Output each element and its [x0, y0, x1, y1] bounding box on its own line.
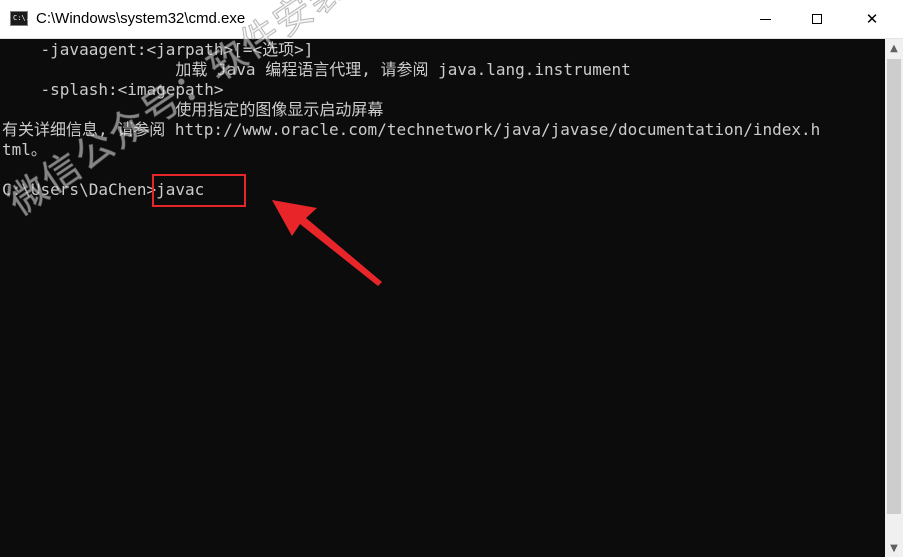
maximize-button[interactable]: [794, 0, 840, 38]
vertical-scrollbar[interactable]: ▲ ▼: [885, 39, 903, 557]
cmd-app-icon-text: C:\.: [13, 14, 30, 22]
console-line: -javaagent:<jarpath>[=<选项>]: [2, 40, 314, 59]
console-output[interactable]: -javaagent:<jarpath>[=<选项>] 加载 Java 编程语言…: [0, 39, 885, 557]
console-line: 使用指定的图像显示启动屏幕: [2, 100, 384, 119]
close-icon: ✕: [865, 10, 879, 28]
minimize-button[interactable]: [742, 0, 788, 38]
console-line: -splash:<imagepath>: [2, 80, 224, 99]
console-line: tml。: [2, 140, 47, 159]
cmd-window: C:\. C:\Windows\system32\cmd.exe ✕ -java…: [0, 0, 903, 557]
scroll-down-arrow-icon[interactable]: ▼: [885, 539, 903, 557]
maximize-icon: [812, 14, 822, 24]
console-line: 有关详细信息, 请参阅 http://www.oracle.com/techne…: [2, 120, 821, 139]
cmd-app-icon[interactable]: C:\.: [10, 11, 30, 26]
console-line: 加载 Java 编程语言代理, 请参阅 java.lang.instrument: [2, 60, 631, 79]
close-button[interactable]: ✕: [849, 0, 895, 38]
minimize-icon: [759, 18, 771, 20]
arrow-shape: [272, 200, 382, 286]
title-bar[interactable]: C:\. C:\Windows\system32\cmd.exe ✕: [0, 0, 903, 39]
scroll-up-arrow-icon[interactable]: ▲: [885, 39, 903, 57]
red-pointer-arrow-icon: [272, 200, 382, 286]
scroll-thumb[interactable]: [887, 59, 901, 514]
window-title: C:\Windows\system32\cmd.exe: [36, 10, 246, 27]
javac-highlight-box: [152, 174, 246, 207]
